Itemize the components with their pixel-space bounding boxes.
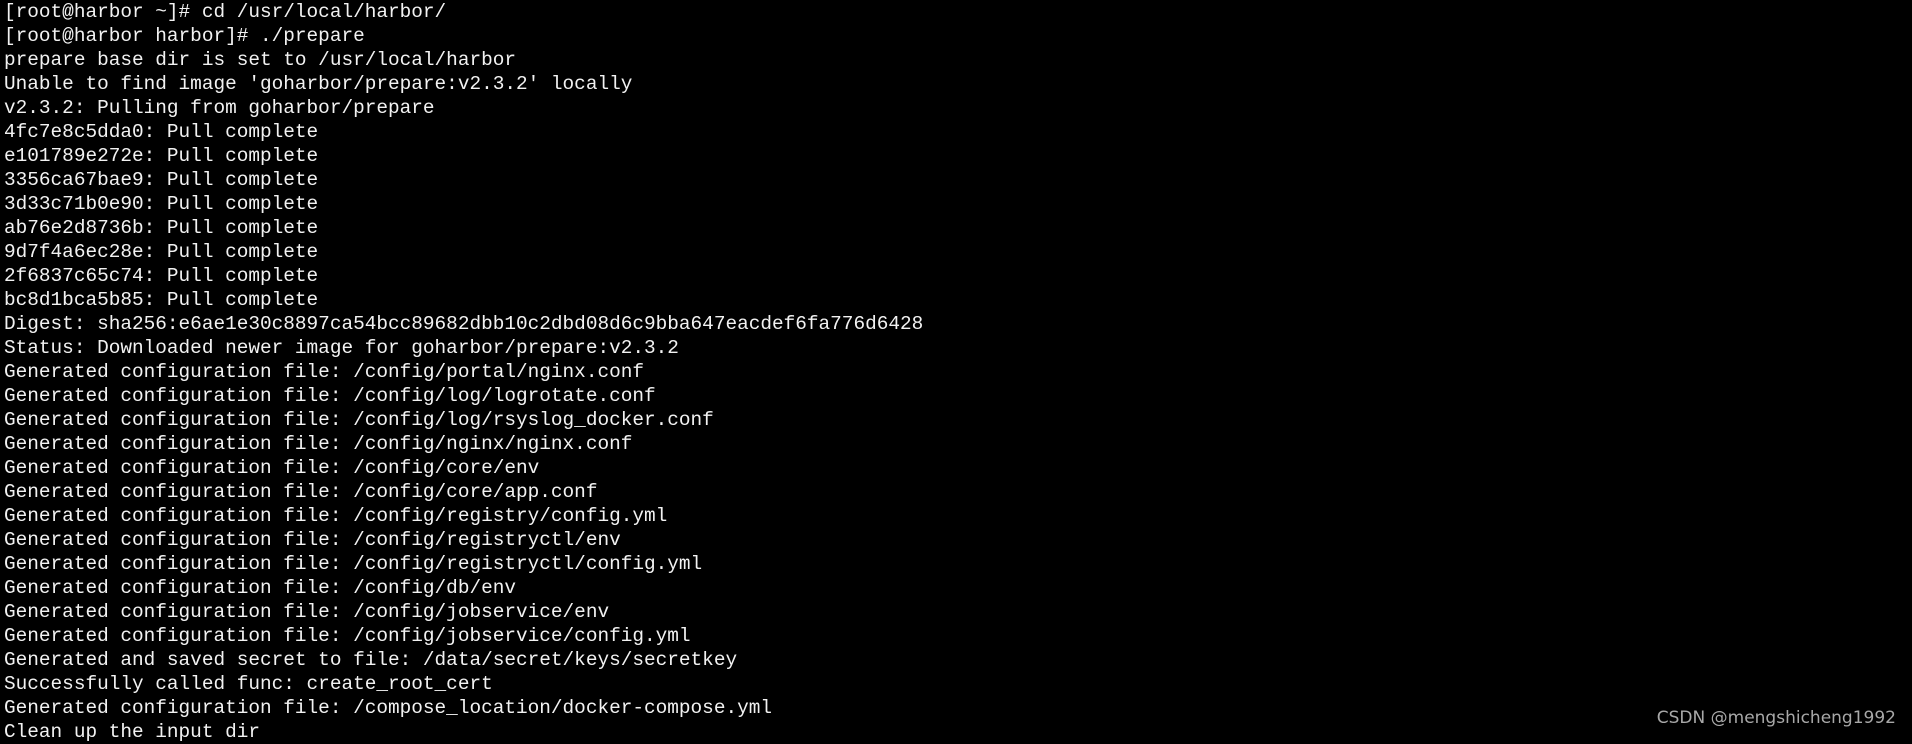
terminal-line: Generated configuration file: /config/re… (4, 505, 668, 527)
terminal-line: prepare base dir is set to /usr/local/ha… (4, 49, 516, 71)
terminal-line: 2f6837c65c74: Pull complete (4, 265, 319, 287)
terminal-line: ab76e2d8736b: Pull complete (4, 217, 319, 239)
terminal-line: Generated configuration file: /config/po… (4, 361, 644, 383)
terminal-line: [root@harbor ~]# cd /usr/local/harbor/ (4, 1, 447, 23)
terminal-line: Generated configuration file: /config/co… (4, 481, 598, 503)
terminal-output[interactable]: [root@harbor ~]# cd /usr/local/harbor/[r… (4, 0, 923, 744)
terminal-line: 3d33c71b0e90: Pull complete (4, 193, 319, 215)
terminal-line: Generated and saved secret to file: /dat… (4, 649, 738, 671)
terminal-line: Status: Downloaded newer image for gohar… (4, 337, 679, 359)
terminal-line: e101789e272e: Pull complete (4, 145, 319, 167)
terminal-line: 3356ca67bae9: Pull complete (4, 169, 319, 191)
terminal-line: v2.3.2: Pulling from goharbor/prepare (4, 97, 435, 119)
terminal-line: bc8d1bca5b85: Pull complete (4, 289, 319, 311)
terminal-line: Unable to find image 'goharbor/prepare:v… (4, 73, 633, 95)
terminal-line: Generated configuration file: /config/co… (4, 457, 540, 479)
terminal-line: Generated configuration file: /config/jo… (4, 625, 691, 647)
terminal-line: Clean up the input dir (4, 721, 260, 743)
terminal-line: Generated configuration file: /config/db… (4, 577, 516, 599)
terminal-line: Generated configuration file: /config/ng… (4, 433, 633, 455)
terminal-line: Successfully called func: create_root_ce… (4, 673, 493, 695)
terminal-line: [root@harbor harbor]# ./prepare (4, 25, 365, 47)
terminal-line: Generated configuration file: /config/lo… (4, 385, 656, 407)
terminal-line: Digest: sha256:e6ae1e30c8897ca54bcc89682… (4, 313, 924, 335)
terminal-line: Generated configuration file: /config/re… (4, 553, 703, 575)
terminal-line: 9d7f4a6ec28e: Pull complete (4, 241, 319, 263)
watermark: CSDN @mengshicheng1992 (1656, 708, 1896, 728)
terminal-line: Generated configuration file: /config/jo… (4, 601, 610, 623)
terminal-line: 4fc7e8c5dda0: Pull complete (4, 121, 319, 143)
terminal-line: Generated configuration file: /config/re… (4, 529, 621, 551)
terminal-line: Generated configuration file: /config/lo… (4, 409, 714, 431)
terminal-line: Generated configuration file: /compose_l… (4, 697, 772, 719)
